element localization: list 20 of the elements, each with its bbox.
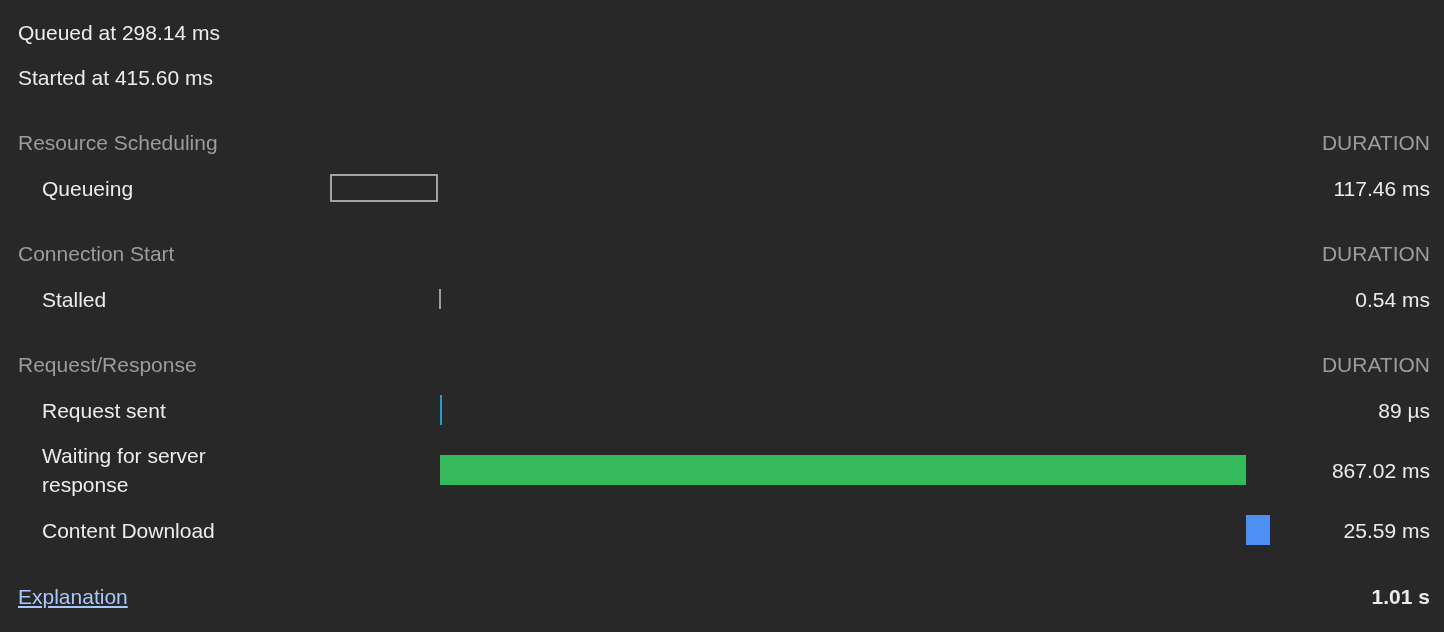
duration-heading: DURATION bbox=[1321, 352, 1430, 378]
explanation-link[interactable]: Explanation bbox=[18, 582, 128, 611]
duration-value: 25.59 ms bbox=[1343, 517, 1430, 544]
duration-heading: DURATION bbox=[1321, 130, 1430, 156]
section-title: Connection Start bbox=[18, 241, 175, 267]
duration-value: 89 µs bbox=[1378, 397, 1430, 424]
section-title: Resource Scheduling bbox=[18, 130, 218, 156]
phase-label: Waiting for server response bbox=[42, 444, 206, 496]
timing-summary-text: Queued at 298.14 ms bbox=[18, 20, 220, 46]
phase-label: Queueing bbox=[42, 176, 134, 200]
phase-label: Request sent bbox=[42, 398, 166, 422]
duration-value: 0.54 ms bbox=[1355, 286, 1430, 313]
section-title: Request/Response bbox=[18, 352, 197, 378]
phase-label: Content Download bbox=[42, 518, 215, 542]
phase-label: Stalled bbox=[42, 287, 107, 311]
duration-heading: DURATION bbox=[1321, 241, 1430, 267]
duration-value: 867.02 ms bbox=[1331, 457, 1430, 484]
timing-summary-text: Started at 415.60 ms bbox=[18, 65, 213, 91]
duration-value: 117.46 ms bbox=[1333, 175, 1430, 202]
total-duration: 1.01 s bbox=[1371, 584, 1430, 610]
